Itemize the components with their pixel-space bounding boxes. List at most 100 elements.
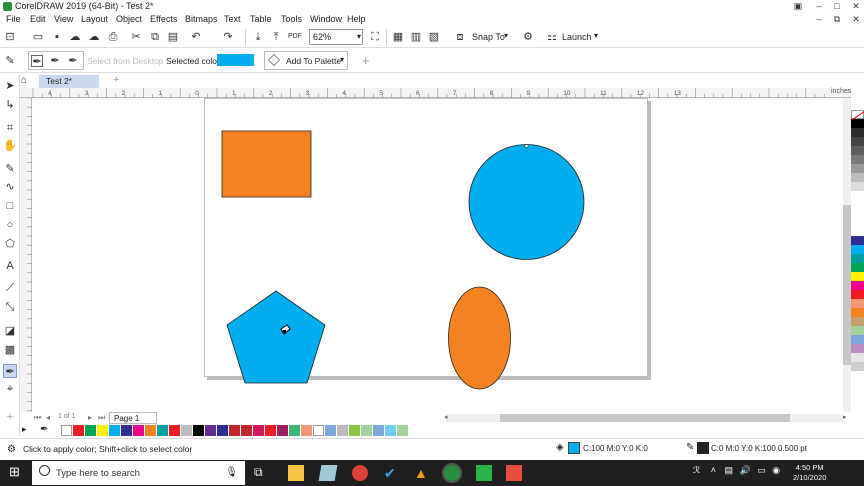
next-page-icon[interactable]: ▸ [88, 413, 92, 422]
palette-swatch[interactable] [851, 299, 864, 308]
palette-color-chip[interactable] [385, 425, 396, 436]
battery-icon[interactable]: ▭ [757, 465, 766, 475]
palette-color-chip[interactable] [169, 425, 180, 436]
palette-swatch[interactable] [851, 308, 864, 317]
palette-swatch[interactable] [851, 353, 864, 362]
palette-color-chip[interactable] [253, 425, 264, 436]
search-placeholder: Type here to search [56, 468, 140, 479]
horizontal-scrollbar[interactable] [446, 414, 843, 422]
palette-swatch[interactable] [851, 263, 864, 272]
palette-color-chip[interactable] [205, 425, 216, 436]
checkmark-app-icon[interactable]: ✔ [384, 465, 400, 481]
palette-swatch[interactable] [851, 173, 864, 182]
palette-color-chip[interactable] [277, 425, 288, 436]
palette-color-chip[interactable] [121, 425, 132, 436]
palette-swatch[interactable] [851, 290, 864, 299]
palette-no-color-swatch[interactable] [851, 110, 864, 120]
palette-color-chip[interactable] [181, 425, 192, 436]
status-hint: Click to apply color; Shift+click to sel… [23, 444, 193, 454]
page-1-tab[interactable]: Page 1 [109, 412, 157, 424]
chrome-icon[interactable] [352, 465, 368, 481]
horizontal-scroll-thumb[interactable] [500, 414, 790, 422]
recorder-icon[interactable] [506, 465, 522, 481]
last-page-icon[interactable]: ⏭ [98, 413, 105, 423]
system-clock[interactable]: 4:50 PM 2/10/2020 [793, 463, 826, 483]
palette-swatch[interactable] [851, 182, 864, 191]
file-explorer-icon[interactable] [288, 465, 304, 481]
person-icon[interactable]: ℛ [693, 465, 700, 475]
palette-swatch[interactable] [851, 209, 864, 218]
palette-color-chip[interactable] [349, 425, 360, 436]
vertical-scrollbar[interactable] [843, 98, 851, 412]
cyan-pentagon[interactable] [226, 290, 326, 384]
palette-swatch[interactable] [851, 137, 864, 146]
palette-color-chip[interactable] [73, 425, 84, 436]
volume-icon[interactable]: 🔊 [740, 465, 751, 475]
outline-color-chip[interactable] [697, 442, 709, 454]
palette-swatch[interactable] [851, 200, 864, 209]
palette-swatch[interactable] [851, 164, 864, 173]
taskbar-search-box[interactable]: Type here to search 🎙 [32, 461, 245, 485]
palette-swatch[interactable] [851, 317, 864, 326]
palette-color-chip[interactable] [157, 425, 168, 436]
palette-color-chip[interactable] [361, 425, 372, 436]
palette-color-chip[interactable] [85, 425, 96, 436]
palette-eyedropper-icon[interactable]: ✒ [40, 424, 48, 435]
palette-swatch[interactable] [851, 344, 864, 353]
previous-page-icon[interactable]: ◂ [46, 413, 50, 422]
task-view-icon[interactable]: ⧉ [254, 465, 270, 481]
palette-swatch[interactable] [851, 272, 864, 281]
palette-swatch[interactable] [851, 146, 864, 155]
palette-swatch[interactable] [851, 326, 864, 335]
palette-color-chip[interactable] [397, 425, 408, 436]
palette-swatch[interactable] [851, 191, 864, 200]
camera-icon[interactable]: ◉ [772, 465, 780, 475]
palette-color-chip[interactable] [145, 425, 156, 436]
palette-color-chip[interactable] [337, 425, 348, 436]
palette-color-chip[interactable] [109, 425, 120, 436]
notes-app-icon[interactable] [318, 465, 338, 481]
vlc-icon[interactable]: ▲ [414, 465, 430, 481]
palette-color-chip[interactable] [133, 425, 144, 436]
palette-color-chip[interactable] [313, 425, 324, 436]
windows-start-icon[interactable]: ⊞ [9, 465, 23, 479]
network-icon[interactable]: ▤ [724, 465, 733, 475]
palette-color-chip[interactable] [97, 425, 108, 436]
palette-color-chip[interactable] [301, 425, 312, 436]
orange-rectangle[interactable] [221, 130, 312, 198]
vertical-scroll-thumb[interactable] [843, 205, 851, 365]
palette-color-chip[interactable] [241, 425, 252, 436]
fill-color-chip[interactable] [568, 442, 580, 454]
palette-swatch[interactable] [851, 254, 864, 263]
palette-color-chip[interactable] [217, 425, 228, 436]
palette-color-chip[interactable] [61, 425, 72, 436]
palette-swatch[interactable] [851, 362, 864, 371]
palette-color-chip[interactable] [289, 425, 300, 436]
orange-ellipse[interactable] [448, 286, 511, 390]
microphone-icon[interactable]: 🎙 [225, 467, 238, 478]
palette-menu-icon[interactable]: ▸ [22, 424, 27, 435]
first-page-icon[interactable]: ⏮ [34, 413, 41, 423]
palette-swatch[interactable] [851, 218, 864, 227]
camtasia-icon[interactable] [476, 465, 492, 481]
coreldraw-taskbar-icon[interactable] [442, 463, 462, 483]
palette-color-chip[interactable] [265, 425, 276, 436]
scroll-left-icon[interactable]: ◂ [444, 413, 448, 421]
palette-swatch[interactable] [851, 119, 864, 128]
palette-swatch[interactable] [851, 335, 864, 344]
palette-swatch[interactable] [851, 155, 864, 164]
palette-swatch[interactable] [851, 227, 864, 236]
circle-node-handle[interactable] [524, 144, 529, 148]
palette-color-chip[interactable] [325, 425, 336, 436]
palette-color-chip[interactable] [373, 425, 384, 436]
palette-swatch[interactable] [851, 281, 864, 290]
palette-color-chip[interactable] [193, 425, 204, 436]
palette-swatch[interactable] [851, 236, 864, 245]
palette-swatch[interactable] [851, 128, 864, 137]
palette-color-chip[interactable] [229, 425, 240, 436]
scroll-right-icon[interactable]: ▸ [843, 413, 847, 421]
chevron-up-icon[interactable]: ˄ [711, 465, 716, 475]
gear-icon[interactable]: ⚙ [7, 444, 16, 455]
palette-swatch[interactable] [851, 245, 864, 254]
cyan-circle[interactable] [468, 144, 585, 260]
